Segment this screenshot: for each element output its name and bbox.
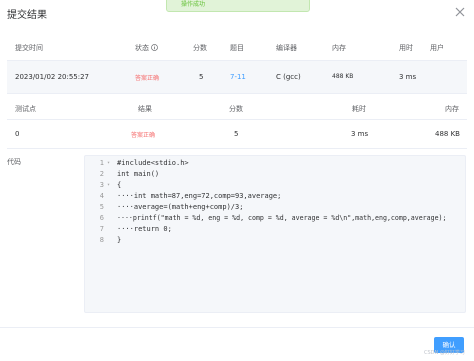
- line-number: 5: [99, 203, 104, 211]
- code-text: ····int math=87,eng=72,comp=93,average;: [117, 192, 282, 200]
- col-status-label: 状态: [135, 44, 149, 52]
- line-number: 2: [99, 170, 104, 178]
- time-value: 3 ms: [351, 130, 369, 138]
- status-badge: 答案正确: [135, 75, 160, 82]
- fold-icon[interactable]: ▾: [107, 180, 110, 191]
- code-line: 5 ····average=(math+eng+comp)/3;: [85, 202, 465, 213]
- table-row: 2023/01/02 20:55:27 答案正确 5 7-11 C (gcc) …: [7, 61, 467, 94]
- code-line: 7 ····return 0;: [85, 224, 465, 235]
- code-editor[interactable]: 1 ▾ #include<stdio.h> 2 int main() 3 ▾ {…: [84, 155, 466, 313]
- col-compiler: 编译器: [276, 44, 297, 52]
- col-time-used: 耗时: [352, 105, 366, 113]
- code-line: 6 ····printf("math = %d, eng = %d, comp …: [85, 213, 465, 224]
- code-line: 2 int main(): [85, 169, 465, 180]
- code-text: int main(): [117, 170, 160, 178]
- watermark: CSDN @好好学习: [424, 350, 465, 356]
- col-testcase: 测试点: [15, 105, 36, 113]
- col-score: 分数: [229, 105, 243, 113]
- memory-value: 488 KB: [435, 130, 460, 138]
- line-number: 4: [99, 192, 104, 200]
- dialog-title: 提交结果: [7, 10, 47, 21]
- info-icon[interactable]: [151, 44, 158, 53]
- result-badge: 答案正确: [131, 132, 156, 139]
- line-number: 6: [99, 214, 104, 222]
- compiler-value: C (gcc): [276, 73, 301, 81]
- testcase-id: 0: [15, 130, 20, 138]
- col-result: 结果: [138, 105, 152, 113]
- table-row: 0 答案正确 5 3 ms 488 KB: [7, 120, 467, 149]
- col-memory: 内存: [332, 44, 346, 52]
- code-text: ····return 0;: [117, 225, 172, 233]
- score-value: 5: [234, 130, 239, 138]
- code-line: 1 ▾ #include<stdio.h>: [85, 158, 465, 169]
- code-line: 8 }: [85, 235, 465, 246]
- col-user: 用户: [430, 44, 444, 52]
- code-text: {: [117, 181, 122, 189]
- code-line: 3 ▾ {: [85, 180, 465, 191]
- submission-table: 提交时间 状态 分数 题目 编译器 内存 用时 用户 2023/01/02 20…: [7, 33, 467, 94]
- line-number: 7: [99, 225, 104, 233]
- col-status: 状态: [135, 43, 158, 53]
- success-toast: 操作成功: [166, 0, 310, 12]
- table-header-row: 测试点 结果 分数 耗时 内存: [7, 94, 467, 120]
- duration-value: 3 ms: [399, 73, 417, 81]
- col-memory: 内存: [445, 105, 459, 113]
- table-header-row: 提交时间 状态 分数 题目 编译器 内存 用时 用户: [7, 33, 467, 61]
- problem-link[interactable]: 7-11: [230, 73, 246, 81]
- code-text: #include<stdio.h>: [117, 159, 189, 167]
- code-text: ····average=(math+eng+comp)/3;: [117, 203, 244, 211]
- submit-time: 2023/01/02 20:55:27: [15, 73, 90, 81]
- line-number: 3: [99, 181, 104, 189]
- code-line: 4 ····int math=87,eng=72,comp=93,average…: [85, 191, 465, 202]
- code-text: ····printf("math = %d, eng = %d, comp = …: [117, 214, 447, 222]
- line-number: 1: [99, 159, 104, 167]
- memory-value: 488 KB: [332, 73, 354, 80]
- col-submit-time: 提交时间: [15, 44, 43, 52]
- score-value: 5: [199, 73, 204, 81]
- toast-message: 操作成功: [181, 1, 206, 8]
- code-label: 代码: [7, 158, 21, 166]
- col-score: 分数: [193, 44, 207, 52]
- testcase-table: 测试点 结果 分数 耗时 内存 0 答案正确 5 3 ms 488 KB: [7, 94, 467, 149]
- close-icon[interactable]: [454, 6, 466, 18]
- line-number: 8: [99, 236, 104, 244]
- code-text: }: [117, 236, 122, 244]
- fold-icon[interactable]: ▾: [107, 158, 110, 169]
- col-problem: 题目: [230, 44, 244, 52]
- footer-divider: [0, 327, 474, 328]
- col-duration: 用时: [399, 44, 413, 52]
